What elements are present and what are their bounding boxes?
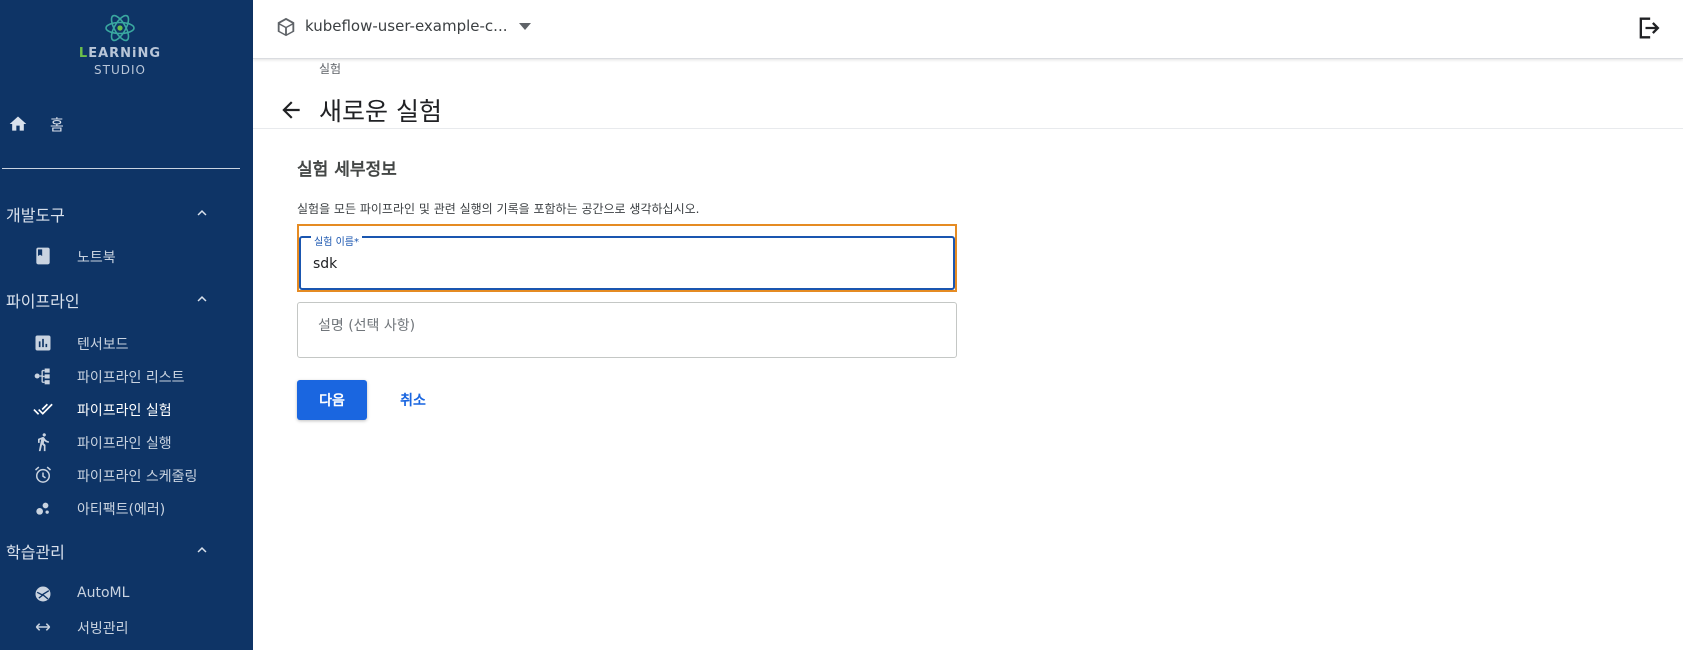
chevron-up-icon — [197, 210, 207, 216]
namespace-label: kubeflow-user-example-c... — [305, 17, 508, 35]
logo[interactable]: LEARNiNG STUDIO — [70, 12, 170, 77]
sidebar-item-label: 텐서보드 — [77, 337, 129, 353]
sidebar-item-home[interactable]: 홈 — [0, 110, 253, 138]
atom-icon — [105, 14, 135, 42]
logout-icon[interactable] — [1635, 14, 1663, 42]
sidebar-item-label: 파이프라인 실행 — [77, 436, 172, 452]
sidebar-item-label: 파이프라인 스케줄링 — [77, 469, 198, 485]
bubbles-icon — [36, 502, 49, 515]
sidebar: LEARNiNG STUDIO 홈 개발도구 노트북 파이프라인 텐서보드 파이… — [0, 0, 253, 650]
automl-icon — [35, 586, 51, 602]
pipeline-icon — [34, 368, 50, 385]
experiment-name-box: 실험 이름* — [299, 233, 955, 290]
run-icon — [38, 433, 49, 452]
sidebar-item-pipeline-runs[interactable]: 파이프라인 실행 — [0, 428, 253, 456]
section-description: 실험을 모든 파이프라인 및 관련 실행의 기록을 포함하는 공간으로 생각하십… — [297, 202, 700, 216]
namespace-selector[interactable]: kubeflow-user-example-c... — [273, 12, 531, 42]
experiment-name-input[interactable] — [313, 252, 933, 276]
sidebar-item-pipeline-experiments[interactable]: 파이프라인 실험 — [0, 395, 253, 423]
experiment-name-label: 실험 이름* — [311, 233, 362, 248]
book-icon — [36, 247, 50, 265]
sidebar-item-pipeline-list[interactable]: 파이프라인 리스트 — [0, 362, 253, 390]
sidebar-item-pipeline-scheduling[interactable]: 파이프라인 스케줄링 — [0, 461, 253, 489]
done-all-icon — [33, 403, 53, 415]
sidebar-item-label: 파이프라인 실험 — [77, 403, 172, 419]
arrows-icon — [35, 623, 51, 631]
sidebar-item-label: AutoML — [77, 585, 130, 601]
header-divider — [253, 128, 1683, 129]
next-button[interactable]: 다음 — [297, 380, 367, 420]
sidebar-item-label: 아티팩트(에러) — [77, 502, 166, 518]
cancel-button[interactable]: 취소 — [385, 380, 441, 420]
sidebar-item-notebook[interactable]: 노트북 — [0, 242, 253, 270]
section-title: 실험 세부정보 — [297, 160, 397, 180]
sidebar-item-label: 파이프라인 리스트 — [77, 370, 185, 386]
sidebar-item-artifacts[interactable]: 아티팩트(에러) — [0, 494, 253, 522]
chevron-up-icon — [197, 296, 207, 302]
cube-icon — [277, 17, 295, 37]
sidebar-section-label: 학습관리 — [6, 543, 65, 562]
home-icon — [9, 116, 27, 131]
sidebar-item-label: 홈 — [50, 116, 64, 134]
chart-icon — [35, 335, 51, 351]
sidebar-item-label: 서빙관리 — [77, 621, 129, 637]
top-bar: kubeflow-user-example-c... — [253, 0, 1683, 59]
breadcrumb[interactable]: 실험 — [319, 60, 341, 77]
description-field — [297, 302, 957, 358]
page-title: 새로운 실험 — [319, 97, 442, 126]
sidebar-section-pipeline[interactable]: 파이프라인 — [0, 284, 253, 314]
logo-text: LEARNiNG — [78, 46, 162, 61]
sidebar-divider — [2, 168, 240, 169]
caret-down-icon — [519, 23, 531, 30]
logo-subtext: STUDIO — [94, 63, 146, 77]
alarm-icon — [35, 466, 51, 483]
description-input[interactable] — [318, 315, 938, 337]
sidebar-section-devtools[interactable]: 개발도구 — [0, 198, 253, 228]
sidebar-section-label: 파이프라인 — [6, 292, 80, 311]
sidebar-item-label: 노트북 — [77, 250, 116, 266]
chevron-up-icon — [197, 547, 207, 553]
sidebar-item-automl[interactable]: AutoML — [0, 580, 253, 608]
arrow-back-icon[interactable] — [278, 97, 304, 123]
sidebar-section-training[interactable]: 학습관리 — [0, 535, 253, 565]
sidebar-item-serving[interactable]: 서빙관리 — [0, 613, 253, 641]
experiment-name-field: 실험 이름* — [297, 224, 957, 292]
sidebar-section-label: 개발도구 — [6, 206, 65, 225]
sidebar-item-tensorboard[interactable]: 텐서보드 — [0, 329, 253, 357]
